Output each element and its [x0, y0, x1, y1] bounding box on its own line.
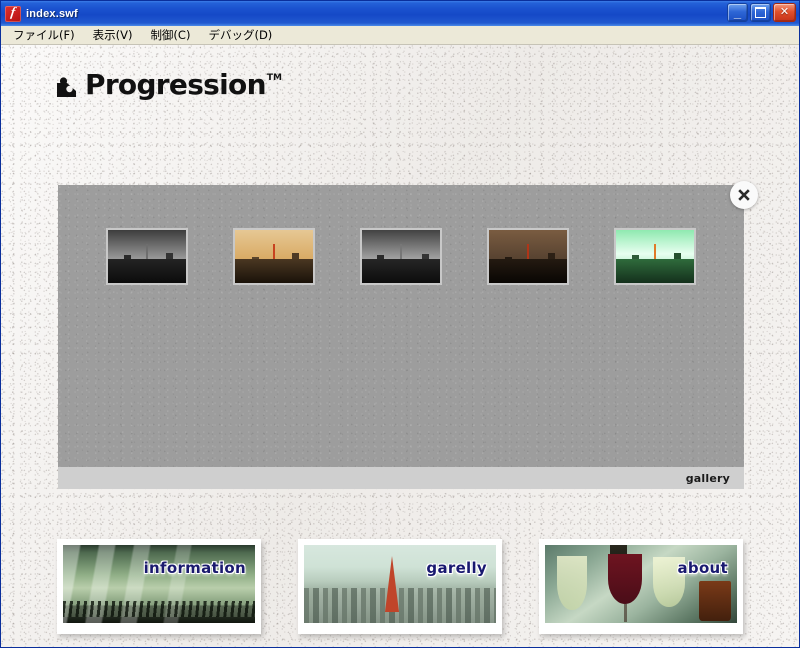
close-x-icon — [738, 189, 750, 201]
flash-stage: Progression TM gallery information garel… — [1, 45, 799, 647]
wine-glasses-photo: about — [545, 545, 737, 623]
title-bar[interactable]: index.swf _ ✕ — [1, 1, 799, 26]
menu-debug[interactable]: デバッグ(D) — [199, 25, 281, 46]
wine-glass-shape — [608, 554, 643, 623]
card-garelly-label: garelly — [426, 559, 487, 577]
maximize-icon — [751, 4, 770, 21]
gallery-panel: gallery — [58, 185, 744, 489]
close-window-button[interactable]: ✕ — [773, 3, 796, 22]
wine-glass-shape — [556, 555, 587, 610]
window-controls: _ ✕ — [727, 3, 796, 22]
close-icon: ✕ — [779, 6, 790, 18]
logo-wordmark: Progression — [85, 68, 267, 101]
gallery-thumbnail-row — [58, 228, 744, 285]
navigation-cards: information garelly about — [1, 539, 799, 634]
minimize-button[interactable]: _ — [727, 3, 748, 22]
maximize-button[interactable] — [750, 3, 771, 22]
menu-view[interactable]: 表示(V) — [84, 25, 142, 46]
thumbnail-5[interactable] — [614, 228, 696, 285]
thumbnail-2[interactable] — [233, 228, 315, 285]
logo-trademark: TM — [266, 73, 282, 83]
application-window: index.swf _ ✕ ファイル(F) 表示(V) 制御(C) デバッグ(D… — [0, 0, 800, 648]
card-about[interactable]: about — [539, 539, 743, 634]
card-information[interactable]: information — [57, 539, 261, 634]
thumbnail-4[interactable] — [487, 228, 569, 285]
progression-mark-icon — [56, 77, 78, 98]
subway-platform-photo: information — [63, 545, 255, 623]
minimize-icon: _ — [733, 5, 742, 20]
thumbnail-1[interactable] — [106, 228, 188, 285]
city-skyline — [304, 587, 496, 623]
gallery-label: gallery — [685, 471, 730, 485]
card-about-label: about — [677, 559, 728, 577]
thumbnail-city — [616, 258, 694, 283]
flash-icon — [5, 5, 21, 22]
menu-control[interactable]: 制御(C) — [141, 25, 199, 46]
wine-glass-shape — [698, 580, 731, 621]
menu-file[interactable]: ファイル(F) — [4, 25, 84, 46]
thumbnail-city — [235, 258, 313, 283]
close-gallery-button[interactable] — [730, 181, 758, 209]
menu-bar: ファイル(F) 表示(V) 制御(C) デバッグ(D) — [1, 26, 799, 45]
card-garelly[interactable]: garelly — [298, 539, 502, 634]
thumbnail-city — [489, 258, 567, 283]
tokyo-tower-shape — [384, 556, 399, 613]
gallery-panel-footer: gallery — [58, 467, 744, 489]
window-title: index.swf — [26, 7, 78, 20]
thumbnail-city — [362, 258, 440, 283]
site-logo: Progression TM — [56, 71, 282, 99]
thumbnail-city — [108, 258, 186, 283]
tokyo-tower-cityscape-photo: garelly — [304, 545, 496, 623]
card-information-label: information — [143, 559, 246, 577]
thumbnail-3[interactable] — [360, 228, 442, 285]
